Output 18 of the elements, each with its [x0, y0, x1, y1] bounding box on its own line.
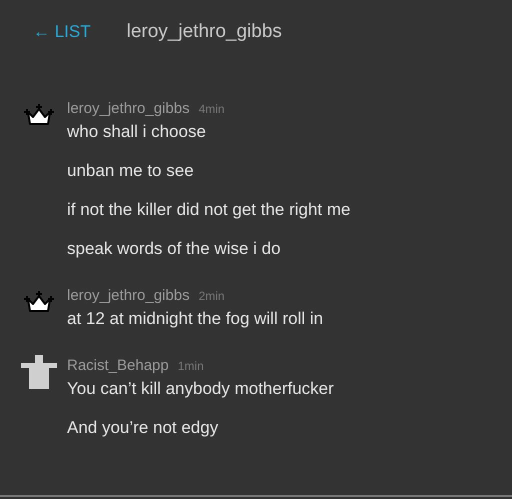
chat-title: leroy_jethro_gibbs: [126, 20, 282, 44]
timestamp: 4min: [198, 101, 225, 118]
crown-icon: [24, 104, 54, 126]
message-text: at 12 at midnight the fog will roll in: [67, 309, 324, 329]
username: leroy_jethro_gibbs: [67, 286, 190, 306]
crown-icon: [24, 291, 54, 313]
message-text: You can’t kill anybody motherfucker: [67, 379, 334, 399]
username: Racist_Behapp: [67, 356, 169, 376]
message-text: And you’re not edgy: [67, 418, 220, 438]
timestamp: 1min: [178, 358, 204, 375]
message-text: unban me to see: [67, 161, 195, 181]
message-text: speak words of the wise i do: [67, 239, 282, 259]
message-text: if not the killer did not get the right me: [67, 200, 350, 220]
back-link[interactable]: ← LIST: [33, 19, 91, 45]
avatar-icon: [20, 355, 56, 389]
username: leroy_jethro_gibbs: [67, 99, 190, 119]
timestamp: 2min: [198, 288, 225, 305]
message-text: who shall i choose: [67, 122, 207, 142]
